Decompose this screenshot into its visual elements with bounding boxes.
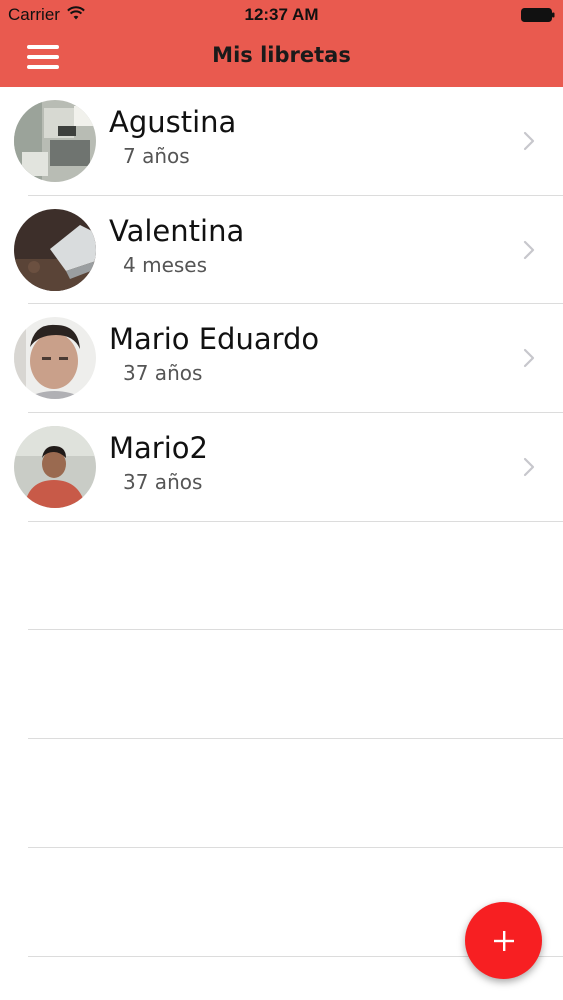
notebook-list: Agustina 7 años Valentina 4 meses Mario … xyxy=(0,87,563,957)
empty-row xyxy=(0,739,563,848)
add-notebook-button[interactable] xyxy=(465,902,542,979)
status-time: 12:37 AM xyxy=(244,5,319,24)
notebook-row-mario-eduardo[interactable]: Mario Eduardo 37 años xyxy=(0,304,563,414)
avatar-photo xyxy=(14,426,96,509)
notebook-age: 37 años xyxy=(123,470,203,495)
plus-icon xyxy=(493,930,514,951)
app-screen: Carrier 12:37 AM Mis libretas Agustina 7… xyxy=(0,0,563,1000)
status-bar: Carrier 12:37 AM xyxy=(0,0,563,30)
notebook-row-agustina[interactable]: Agustina 7 años xyxy=(0,87,563,196)
avatar xyxy=(14,317,96,400)
avatar-photo xyxy=(14,317,96,400)
avatar-photo xyxy=(14,208,96,291)
empty-row xyxy=(0,522,563,631)
header: Carrier 12:37 AM Mis libretas xyxy=(0,0,563,87)
avatar xyxy=(14,426,96,509)
battery-icon xyxy=(521,8,555,22)
chevron-right-icon xyxy=(523,349,535,368)
notebook-row-mario2[interactable]: Mario2 37 años xyxy=(0,413,563,522)
notebook-name: Mario2 xyxy=(109,431,208,466)
avatar-photo xyxy=(14,100,96,182)
avatar xyxy=(14,208,96,291)
notebook-name: Mario Eduardo xyxy=(109,322,320,357)
notebook-name: Valentina xyxy=(109,213,245,248)
navigation-bar: Mis libretas xyxy=(0,30,563,87)
avatar xyxy=(14,100,96,182)
notebook-age: 37 años xyxy=(123,361,203,386)
notebook-age: 4 meses xyxy=(123,252,208,277)
chevron-right-icon xyxy=(523,457,535,477)
notebook-name: Agustina xyxy=(109,105,237,139)
chevron-right-icon xyxy=(523,240,535,259)
notebook-age: 7 años xyxy=(123,144,190,168)
page-title: Mis libretas xyxy=(212,43,351,67)
notebook-row-valentina[interactable]: Valentina 4 meses xyxy=(0,196,563,305)
chevron-right-icon xyxy=(523,131,535,151)
empty-row xyxy=(0,630,563,740)
